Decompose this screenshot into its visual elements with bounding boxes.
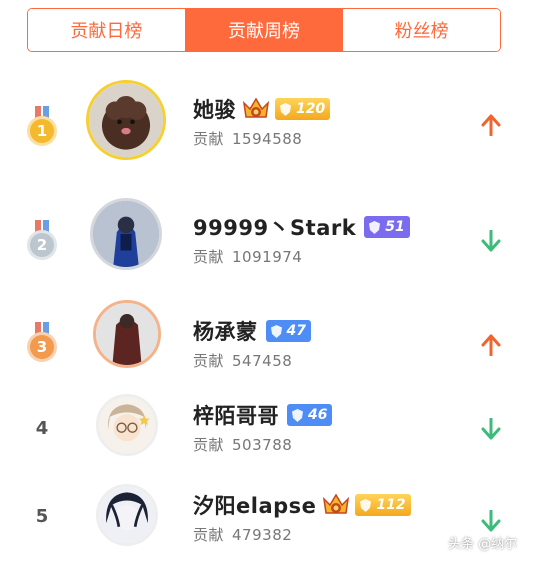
shield-icon xyxy=(280,102,291,116)
contribution-line: 贡献 503788 xyxy=(193,434,332,455)
username[interactable]: 杨承蒙 xyxy=(193,316,258,346)
level-number: 112 xyxy=(376,497,406,513)
username[interactable]: 梓陌哥哥 xyxy=(193,400,279,430)
contribution-line: 贡献 1091974 xyxy=(193,246,410,267)
rank-number: 5 xyxy=(35,506,49,527)
rank-number: 3 xyxy=(27,332,57,362)
rank-number: 4 xyxy=(35,418,49,439)
avatar[interactable] xyxy=(86,80,166,160)
silver-medal-icon: 2 xyxy=(24,220,60,266)
tab-daily-contribution[interactable]: 贡献日榜 xyxy=(28,9,185,51)
level-number: 47 xyxy=(286,323,306,339)
rank-number: 1 xyxy=(27,116,57,146)
level-number: 51 xyxy=(385,219,405,235)
avatar[interactable] xyxy=(90,198,162,270)
ranking-list: 1 她骏 120 贡献 1594588 2 99999丶Stark 51 贡献 … xyxy=(0,62,534,563)
contribution-line: 贡献 547458 xyxy=(193,350,311,371)
contribution-label: 贡献 xyxy=(193,352,225,370)
contribution-value: 1594588 xyxy=(232,130,303,148)
crown-badge-icon xyxy=(242,97,270,118)
gold-medal-icon: 1 xyxy=(24,106,60,152)
ranking-tabs: 贡献日榜 贡献周榜 粉丝榜 xyxy=(27,8,501,52)
level-badge: 51 xyxy=(364,216,410,238)
contribution-label: 贡献 xyxy=(193,248,225,266)
shield-icon xyxy=(369,220,381,234)
bronze-medal-icon: 3 xyxy=(24,322,60,368)
shield-icon xyxy=(292,408,303,422)
trend-down-icon xyxy=(481,510,501,532)
contribution-value: 503788 xyxy=(232,436,293,454)
tab-fans[interactable]: 粉丝榜 xyxy=(342,9,500,51)
list-item[interactable]: 4 梓陌哥哥 46 贡献 503788 xyxy=(0,384,534,476)
list-item[interactable]: 3 杨承蒙 47 贡献 547458 xyxy=(0,278,534,384)
contribution-label: 贡献 xyxy=(193,436,225,454)
watermark: 头条 @纳尔 xyxy=(448,537,518,552)
level-badge: 120 xyxy=(275,98,331,120)
avatar[interactable] xyxy=(93,300,161,368)
contribution-value: 1091974 xyxy=(232,248,303,266)
contribution-line: 贡献 1594588 xyxy=(193,128,330,149)
contribution-label: 贡献 xyxy=(193,130,225,148)
contribution-value: 547458 xyxy=(232,352,293,370)
level-number: 120 xyxy=(296,101,326,117)
trend-down-icon xyxy=(481,418,501,440)
trend-up-icon xyxy=(481,114,501,136)
level-number: 46 xyxy=(308,407,328,423)
tab-weekly-contribution[interactable]: 贡献周榜 xyxy=(184,9,343,51)
username[interactable]: 她骏 xyxy=(193,94,236,124)
level-badge: 47 xyxy=(265,320,311,342)
contribution-value: 479382 xyxy=(232,526,293,544)
shield-icon xyxy=(270,324,282,338)
crown-badge-icon xyxy=(323,493,350,514)
username[interactable]: 99999丶Stark xyxy=(193,212,356,242)
trend-up-icon xyxy=(481,334,501,356)
avatar[interactable] xyxy=(96,484,158,546)
avatar[interactable] xyxy=(96,394,158,456)
rank-number: 2 xyxy=(27,230,57,260)
shield-icon xyxy=(360,498,372,512)
trend-down-icon xyxy=(481,230,501,252)
level-badge: 46 xyxy=(287,404,333,426)
username[interactable]: 汐阳elapse xyxy=(193,490,316,520)
contribution-label: 贡献 xyxy=(193,526,225,544)
level-badge: 112 xyxy=(355,494,411,516)
list-item[interactable]: 1 她骏 120 贡献 1594588 xyxy=(0,62,534,168)
contribution-line: 贡献 479382 xyxy=(193,524,411,545)
list-item[interactable]: 2 99999丶Stark 51 贡献 1091974 xyxy=(0,168,534,278)
